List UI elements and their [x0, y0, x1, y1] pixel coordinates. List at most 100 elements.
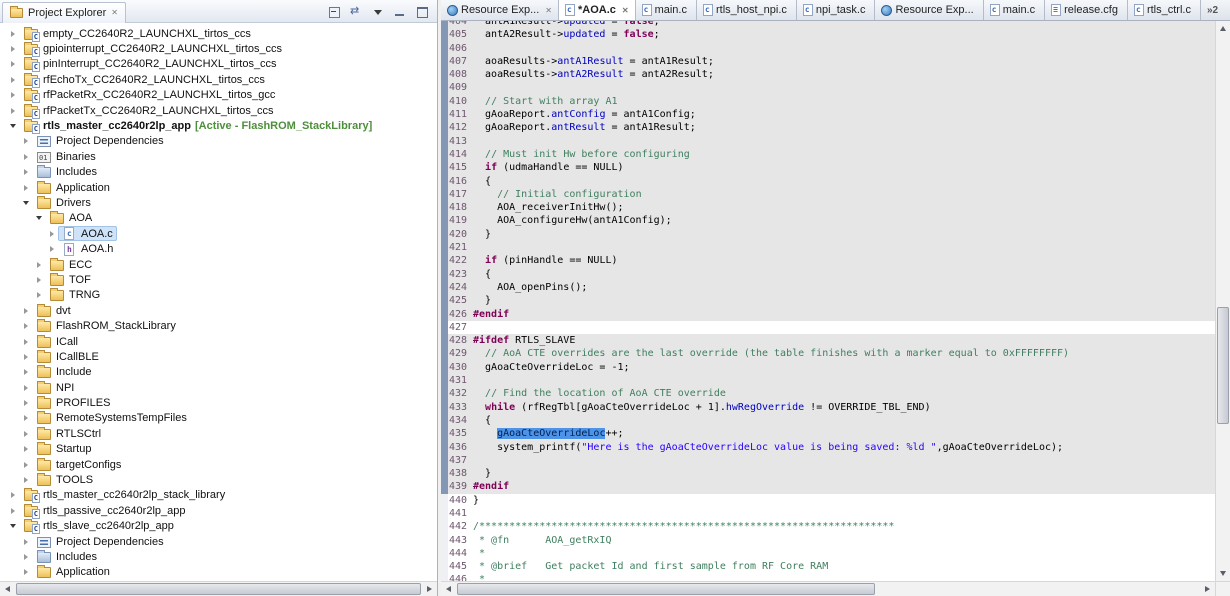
- tree-item[interactable]: Application: [0, 180, 437, 195]
- expand-arrow-icon[interactable]: [19, 354, 32, 360]
- expand-arrow-icon[interactable]: [19, 554, 32, 560]
- tree-item-body[interactable]: Application: [32, 180, 114, 195]
- tree-item[interactable]: Includes: [0, 549, 437, 564]
- tree-item-body[interactable]: rtls_slave_cc2640r2lp_app: [19, 519, 178, 535]
- collapse-all-icon[interactable]: [326, 4, 343, 19]
- tree-item[interactable]: Drivers: [0, 195, 437, 210]
- code-line[interactable]: 414 // Must init Hw before configuring: [448, 147, 1215, 162]
- tree-item-body[interactable]: dvt: [32, 303, 75, 318]
- code-line[interactable]: 427: [448, 321, 1215, 334]
- expand-arrow-icon[interactable]: [32, 262, 45, 268]
- code-line[interactable]: 415 if (udmaHandle == NULL): [448, 161, 1215, 175]
- scroll-left-icon[interactable]: [0, 582, 15, 596]
- editor-tab[interactable]: main.c: [635, 0, 697, 20]
- tree-item-body[interactable]: Includes: [32, 165, 101, 180]
- tree-item[interactable]: Startup: [0, 442, 437, 457]
- code-line[interactable]: 426 #endif: [448, 307, 1215, 321]
- tree-item[interactable]: Binaries: [0, 149, 437, 164]
- editor-tab[interactable]: Resource Exp...: [875, 0, 984, 20]
- tab-overflow-chevron[interactable]: »2: [1201, 0, 1224, 20]
- expand-arrow-icon[interactable]: [19, 339, 32, 345]
- tree-item[interactable]: rfPacketTx_CC2640R2_LAUNCHXL_tirtos_ccs: [0, 103, 437, 119]
- code-line[interactable]: 421: [448, 241, 1215, 255]
- tree-item-body[interactable]: Project Dependencies: [32, 134, 168, 149]
- code-line[interactable]: 406: [448, 41, 1215, 55]
- tree-item-body[interactable]: RemoteSystemsTempFiles: [32, 411, 191, 426]
- expand-arrow-icon[interactable]: [19, 323, 32, 329]
- tree-item-body[interactable]: gpiointerrupt_CC2640R2_LAUNCHXL_tirtos_c…: [19, 42, 286, 58]
- code-line[interactable]: 409: [448, 81, 1215, 95]
- expand-arrow-icon[interactable]: [6, 46, 19, 52]
- tree-item-body[interactable]: RTLSCtrl: [32, 426, 105, 441]
- expand-arrow-icon[interactable]: [6, 492, 19, 498]
- expand-arrow-icon[interactable]: [6, 77, 19, 83]
- code-line[interactable]: 440}: [448, 494, 1215, 507]
- code-line[interactable]: 422 if (pinHandle == NULL): [448, 254, 1215, 268]
- collapse-arrow-icon[interactable]: [6, 124, 19, 128]
- editor-tab[interactable]: *AOA.c ✕: [558, 0, 636, 20]
- code-line[interactable]: 438 }: [448, 467, 1215, 481]
- editor-tab[interactable]: main.c: [983, 0, 1046, 20]
- collapse-arrow-icon[interactable]: [32, 216, 45, 220]
- code-line[interactable]: 425 }: [448, 294, 1215, 308]
- tree-item-body[interactable]: empty_CC2640R2_LAUNCHXL_tirtos_ccs: [19, 26, 255, 42]
- editor-tab[interactable]: npi_task.c: [796, 0, 876, 20]
- close-icon[interactable]: ✕: [545, 6, 552, 15]
- expand-arrow-icon[interactable]: [19, 169, 32, 175]
- tree-item-body[interactable]: Drivers: [32, 195, 95, 210]
- editor-tab[interactable]: release.cfg: [1045, 0, 1128, 20]
- tree-item-body[interactable]: AOA: [45, 211, 96, 226]
- code-line[interactable]: 435 gAoaCteOverrideLoc++;: [448, 427, 1215, 441]
- code-line[interactable]: 411 gAoaReport.antConfig = antA1Config;: [448, 108, 1215, 122]
- expand-arrow-icon[interactable]: [45, 246, 58, 252]
- code-line[interactable]: 442 /************************************…: [448, 520, 1215, 533]
- tree-item-body[interactable]: TRNG: [45, 288, 104, 303]
- tree-item-body[interactable]: rfEchoTx_CC2640R2_LAUNCHXL_tirtos_ccs: [19, 72, 269, 88]
- code-line[interactable]: 410 // Start with array A1: [448, 94, 1215, 109]
- tree-item-body[interactable]: rtls_master_cc2640r2lp_stack_library: [19, 488, 229, 504]
- scroll-down-icon[interactable]: [1216, 566, 1230, 581]
- code-line[interactable]: 434 {: [448, 413, 1215, 428]
- editor-tab[interactable]: rtls_host_npi.c: [696, 0, 797, 20]
- tree-item-body[interactable]: ICall: [32, 334, 82, 349]
- code-line[interactable]: 439 #endif: [448, 480, 1215, 494]
- code-area[interactable]: 404 antA1Result->updated = false; 405 ant…: [441, 21, 1215, 581]
- close-icon[interactable]: ✕: [111, 8, 118, 17]
- tree-item-body[interactable]: Application: [32, 565, 114, 580]
- code-line[interactable]: 441: [448, 507, 1215, 520]
- code-line[interactable]: 424 AOA_openPins();: [448, 280, 1215, 295]
- tree-item-body[interactable]: rfPacketRx_CC2640R2_LAUNCHXL_tirtos_gcc: [19, 88, 279, 104]
- scroll-up-icon[interactable]: [1216, 21, 1230, 36]
- code-line[interactable]: 405 antA2Result->updated = false;: [448, 28, 1215, 42]
- minimize-icon[interactable]: [392, 4, 409, 19]
- tree-item-body[interactable]: AOA.h: [58, 242, 117, 257]
- tree-item[interactable]: PROFILES: [0, 395, 437, 410]
- tree-item[interactable]: RemoteSystemsTempFiles: [0, 411, 437, 426]
- expand-arrow-icon[interactable]: [19, 369, 32, 375]
- code-line[interactable]: 407 aoaResults->antA1Result = antA1Resul…: [448, 54, 1215, 69]
- expand-arrow-icon[interactable]: [19, 569, 32, 575]
- link-with-editor-icon[interactable]: [348, 4, 365, 19]
- tree-item-body[interactable]: AOA.c: [58, 226, 117, 242]
- code-line[interactable]: 446 *: [448, 573, 1215, 581]
- scroll-left-icon[interactable]: [441, 582, 456, 596]
- project-explorer-tab[interactable]: Project Explorer ✕: [2, 1, 126, 23]
- editor-tab[interactable]: rtls_ctrl.c: [1127, 0, 1201, 20]
- tree-item-body[interactable]: pinInterrupt_CC2640R2_LAUNCHXL_tirtos_cc…: [19, 57, 281, 73]
- tree-item[interactable]: gpiointerrupt_CC2640R2_LAUNCHXL_tirtos_c…: [0, 41, 437, 58]
- tree-item-body[interactable]: rfPacketTx_CC2640R2_LAUNCHXL_tirtos_ccs: [19, 103, 277, 119]
- code-line[interactable]: 433 while (rfRegTbl[gAoaCteOverrideLoc +…: [448, 400, 1215, 414]
- expand-arrow-icon[interactable]: [19, 539, 32, 545]
- tree-item[interactable]: Application: [0, 565, 437, 580]
- tree-item[interactable]: Includes: [0, 165, 437, 180]
- code-line[interactable]: 418 AOA_receiverInitHw();: [448, 201, 1215, 215]
- tree-item[interactable]: rfPacketRx_CC2640R2_LAUNCHXL_tirtos_gcc: [0, 88, 437, 104]
- tree-item-body[interactable]: TOOLS: [32, 473, 97, 488]
- editor-tab[interactable]: Resource Exp... ✕: [441, 0, 559, 20]
- tree-item[interactable]: Include: [0, 365, 437, 380]
- tree-item[interactable]: dvt: [0, 303, 437, 318]
- expand-arrow-icon[interactable]: [19, 308, 32, 314]
- tree-item-body[interactable]: NPI: [32, 380, 78, 395]
- code-line[interactable]: 430 gAoaCteOverrideLoc = -1;: [448, 360, 1215, 375]
- expand-arrow-icon[interactable]: [19, 138, 32, 144]
